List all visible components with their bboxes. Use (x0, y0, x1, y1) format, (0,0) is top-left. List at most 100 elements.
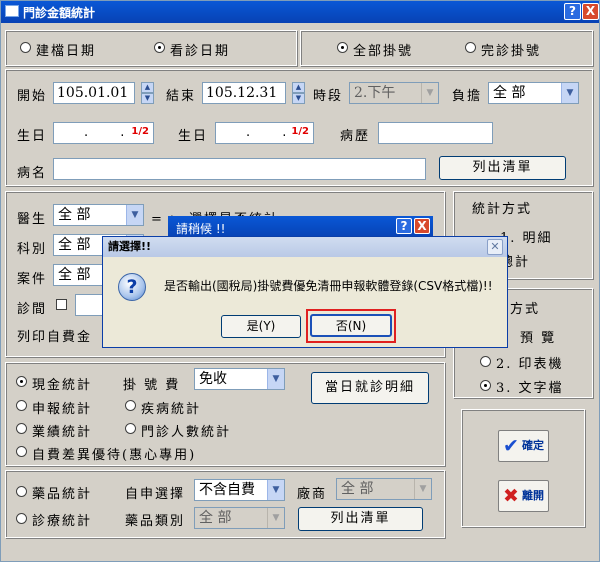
date-type-group: 建檔日期 看診日期 (5, 30, 297, 66)
chevron-down-icon: ▼ (267, 480, 284, 500)
stat-option-0: 現金統計 (32, 378, 93, 393)
fee-select[interactable]: 免收 ▼ (194, 368, 285, 390)
history-label: 病歷 (340, 129, 371, 144)
radio-output-textfile[interactable] (480, 380, 491, 391)
end-label: 結束 (166, 89, 197, 104)
radio-stat-performance[interactable] (16, 423, 27, 434)
start-date-spinner[interactable]: ▲ ▼ (141, 82, 154, 104)
visit-input[interactable] (75, 294, 105, 316)
dept-value: 全 部 (58, 237, 91, 253)
category-value: 全 部 (199, 510, 232, 526)
vendor-label: 廠商 (297, 487, 328, 502)
reg-type-group: 全部掛號 完診掛號 (300, 30, 593, 66)
list-button-bottom[interactable]: 列出清單 (298, 507, 423, 531)
history-input[interactable] (378, 122, 493, 144)
case-label: 案件 (17, 272, 48, 287)
output-method-title: 方式 (510, 302, 541, 317)
stat-option-2: 業績統計 (32, 425, 93, 440)
period-select[interactable]: 2.下午 ▼ (349, 82, 439, 104)
question-icon: ? (118, 273, 146, 301)
burden-value: 全 部 (493, 85, 526, 101)
date-type-label-0: 建檔日期 (36, 44, 97, 59)
selfpay-label: 自申選擇 (125, 487, 186, 502)
disease-name-input[interactable] (53, 158, 426, 180)
chevron-down-icon: ▼ (126, 205, 143, 225)
visit-checkbox[interactable] (56, 299, 67, 310)
x-mark-icon: ✖ (503, 485, 519, 507)
main-window: 門診金額統計 ? X 建檔日期 看診日期 全部掛號 完診掛號 開始 105.01… (0, 0, 600, 562)
fee-label: 掛 號 費 (123, 378, 181, 393)
reg-type-label-1: 完診掛號 (481, 44, 542, 59)
vendor-value: 全 部 (341, 481, 374, 497)
daily-detail-button[interactable]: 當日就診明細 (311, 372, 429, 404)
birthday-to-flag: 1/2 (291, 126, 309, 137)
burden-label: 負擔 (452, 89, 483, 104)
doctor-label: 醫生 (17, 212, 48, 227)
doctor-select[interactable]: 全 部 ▼ (53, 204, 144, 226)
drug-option-1: 診療統計 (32, 514, 93, 529)
waiting-close-button[interactable]: X (414, 218, 430, 234)
start-date-input[interactable]: 105.01.01 (53, 82, 135, 104)
chevron-down-icon: ▼ (561, 83, 578, 103)
yes-button[interactable]: 是(Y) (221, 315, 301, 338)
radio-stat-cash[interactable] (16, 376, 27, 387)
radio-stat-disease[interactable] (125, 400, 136, 411)
radio-stat-visits[interactable] (125, 423, 136, 434)
radio-date-create[interactable] (20, 42, 31, 53)
radio-output-printer[interactable] (480, 356, 491, 367)
vendor-select[interactable]: 全 部 ▼ (336, 478, 432, 500)
end-date-input[interactable]: 105.12.31 (202, 82, 286, 104)
exit-button[interactable]: ✖ 離開 (498, 480, 549, 512)
selfpay-value: 不含自費 (199, 482, 255, 498)
start-label: 開始 (17, 89, 48, 104)
close-button[interactable]: X (582, 3, 599, 20)
dept-label: 科別 (17, 242, 48, 257)
confirm-label: 確定 (522, 439, 544, 452)
no-button[interactable]: 否(N) (310, 314, 392, 337)
radio-date-visit[interactable] (154, 42, 165, 53)
selfpay-select[interactable]: 不含自費 ▼ (194, 479, 285, 501)
birthday-from-input[interactable]: . . 1/2 (53, 122, 154, 144)
stat-option2-1: 門診人數統計 (141, 425, 232, 440)
visit-label: 診間 (17, 302, 48, 317)
end-date-spinner[interactable]: ▲ ▼ (292, 82, 305, 104)
help-button[interactable]: ? (564, 3, 581, 20)
chevron-down-icon: ▼ (267, 508, 284, 528)
fee-value: 免收 (199, 371, 227, 387)
radio-reg-done[interactable] (465, 42, 476, 53)
chevron-down-icon: ▼ (267, 369, 284, 389)
period-value: 2.下午 (354, 85, 396, 101)
category-select[interactable]: 全 部 ▼ (194, 507, 285, 529)
disease-name-label: 病名 (17, 166, 48, 181)
doctor-value: 全 部 (58, 207, 91, 223)
birthday-from-flag: 1/2 (131, 126, 149, 137)
radio-reg-all[interactable] (337, 42, 348, 53)
output-item-1: 2. 印表機 (496, 357, 564, 372)
radio-drug-stat[interactable] (16, 486, 27, 497)
dialog-message: 是否輸出(國稅局)掛號費優免清冊申報軟體登錄(CSV格式檔)!! (164, 279, 493, 293)
chevron-down-icon: ▼ (414, 479, 431, 499)
print-selfpay-label: 列印自費金 (17, 330, 93, 345)
output-item-2: 3. 文字檔 (496, 381, 564, 396)
radio-stat-selfpay-discount[interactable] (16, 446, 27, 457)
list-button-top[interactable]: 列出清單 (439, 156, 566, 180)
dialog-title: 請選擇!! (103, 237, 507, 257)
confirm-dialog: 請選擇!! ✕ ? 是否輸出(國稅局)掛號費優免清冊申報軟體登錄(CSV格式檔)… (102, 236, 508, 348)
date-type-label-1: 看診日期 (170, 44, 231, 59)
radio-treatment-stat[interactable] (16, 513, 27, 524)
output-item-0: 預 覽 (520, 331, 557, 346)
waiting-help-button[interactable]: ? (396, 218, 412, 234)
actions-group: ✔ 確定 ✖ 離開 (461, 409, 585, 527)
birthday-to-input[interactable]: . . 1/2 (215, 122, 314, 144)
burden-select[interactable]: 全 部 ▼ (488, 82, 579, 104)
birthday-to-label: 生日 (178, 129, 209, 144)
stat-option2-0: 疾病統計 (141, 402, 202, 417)
birthday-from-label: 生日 (17, 129, 48, 144)
radio-stat-claim[interactable] (16, 400, 27, 411)
dialog-close-icon[interactable]: ✕ (487, 239, 503, 255)
period-label: 時段 (313, 89, 344, 104)
waiting-dialog-title: 請稍候 !! (176, 222, 226, 236)
stat-option-1: 申報統計 (32, 402, 93, 417)
title-bar: 門診金額統計 ? X (1, 1, 599, 23)
confirm-button[interactable]: ✔ 確定 (498, 430, 549, 462)
